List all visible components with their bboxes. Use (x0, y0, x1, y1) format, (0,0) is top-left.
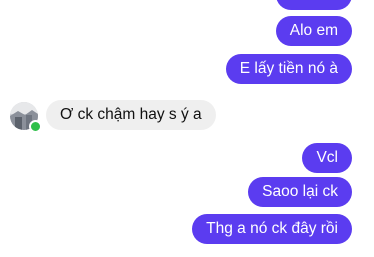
message-text: Vcl (316, 149, 338, 166)
outgoing-message[interactable]: Alo em (275, 16, 352, 46)
online-status-dot (29, 120, 42, 133)
outgoing-message[interactable]: Thg a nó ck đây rồi (192, 214, 352, 244)
message-text: Ơ ck chậm hay s ý a (60, 106, 202, 123)
message-text: Thg a nó ck đây rồi (206, 220, 338, 237)
outgoing-message[interactable]: E lấy tiền nó à (225, 54, 352, 84)
outgoing-message[interactable]: Saoo lại ck (248, 177, 352, 207)
message-text: Saoo lại ck (262, 183, 338, 200)
incoming-message[interactable]: Ơ ck chậm hay s ý a (46, 100, 216, 130)
message-text: Alo em (289, 22, 338, 39)
outgoing-message[interactable] (276, 0, 352, 10)
message-text: E lấy tiền nó à (239, 60, 338, 77)
outgoing-message[interactable]: Vcl (302, 143, 352, 173)
